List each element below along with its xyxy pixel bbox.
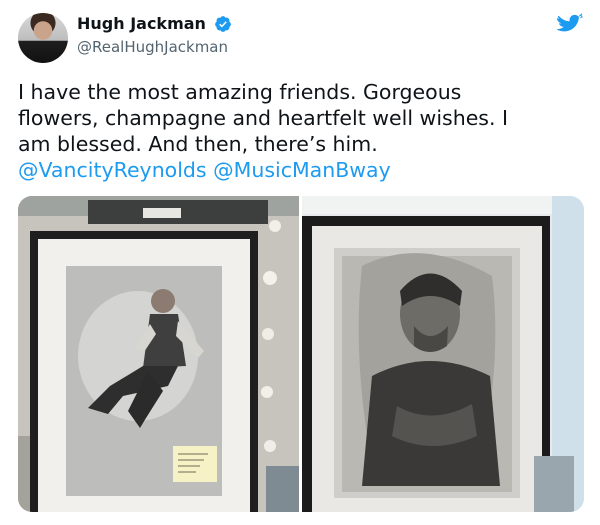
author-avatar[interactable]	[18, 13, 68, 63]
verified-badge-icon	[215, 16, 231, 32]
author-name[interactable]: Hugh Jackman	[77, 14, 206, 33]
tweet-photo-left[interactable]	[18, 196, 299, 512]
tweet-text: I have the most amazing friends. Gorgeou…	[18, 80, 509, 182]
twitter-bird-icon[interactable]	[557, 13, 583, 35]
mention-link[interactable]: @MusicManBway	[213, 158, 391, 182]
mention-link[interactable]: @VancityReynolds	[18, 158, 207, 182]
tweet-photo-right[interactable]	[302, 196, 584, 512]
author-handle[interactable]: @RealHughJackman	[77, 38, 228, 56]
